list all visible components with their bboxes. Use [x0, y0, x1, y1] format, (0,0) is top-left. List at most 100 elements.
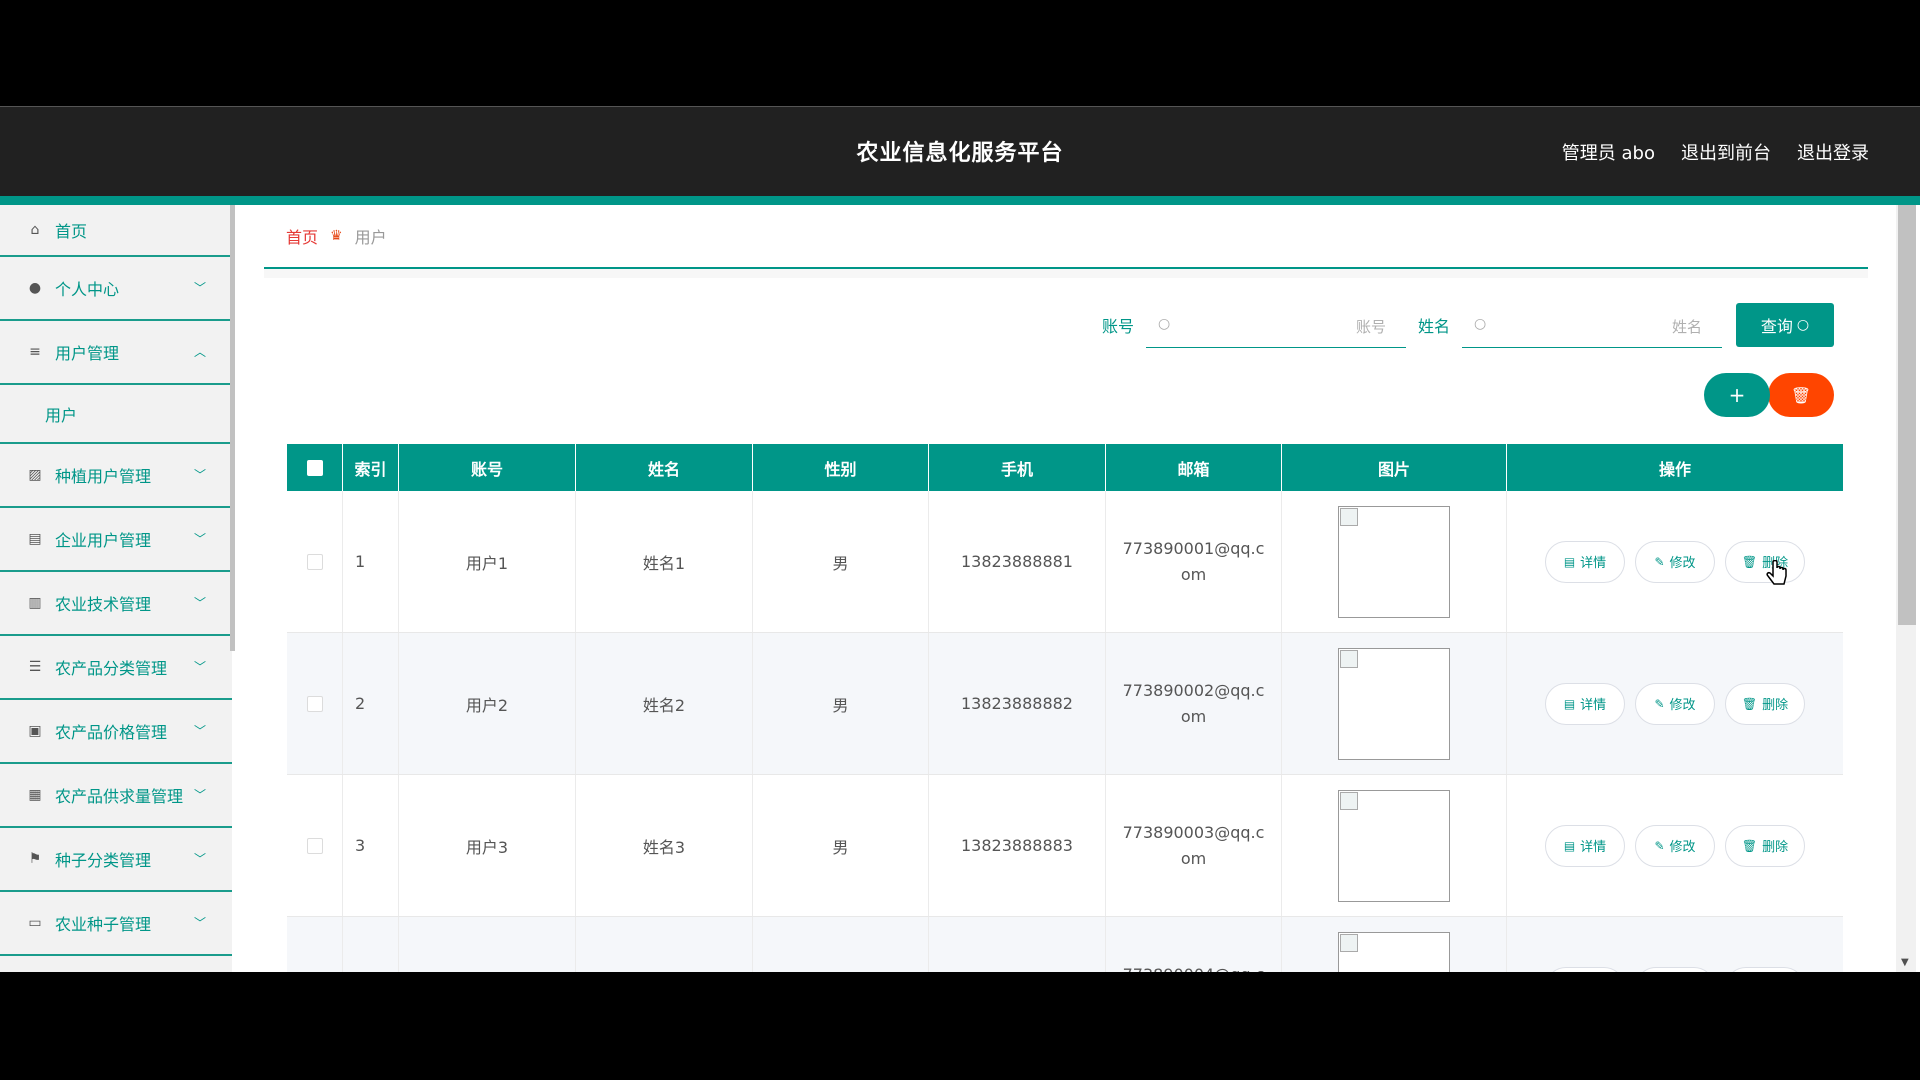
search-icon: ○ — [1796, 317, 1810, 333]
detail-button[interactable]: ▤详情 — [1545, 966, 1625, 972]
plus-icon: + — [1728, 383, 1746, 407]
sidebar-subitem-users[interactable]: 用户 — [0, 385, 232, 444]
chevron-up-icon: ︿ — [193, 345, 206, 359]
account-placeholder: 账号 — [1355, 318, 1386, 336]
header-gender: 性别 — [753, 444, 929, 491]
breadcrumb-home[interactable]: 首页 — [286, 224, 318, 248]
broken-image-icon — [1340, 933, 1358, 952]
detail-button[interactable]: ▤详情 — [1545, 540, 1625, 583]
sidebar-item-user-management[interactable]: ≡ 用户管理 ︿ — [0, 321, 232, 385]
row-checkbox[interactable] — [306, 553, 323, 570]
cell-image — [1282, 917, 1507, 972]
delete-button[interactable]: 🗑删除 — [1725, 682, 1805, 725]
account-search-input[interactable]: ○ 账号 — [1145, 302, 1406, 348]
cell-index: 2 — [343, 633, 399, 774]
trash-icon: 🗑 — [1790, 385, 1812, 405]
cell-actions: ▤详情✎修改🗑删除 — [1507, 775, 1843, 916]
trash-icon: 🗑 — [1741, 554, 1758, 569]
edit-label: 修改 — [1669, 556, 1696, 571]
chat-icon: ▭ — [28, 915, 42, 931]
cell-phone: 13823888882 — [929, 633, 1106, 774]
document-icon: ▤ — [1563, 696, 1576, 711]
cell-gender — [753, 917, 929, 972]
cell-actions: ▤详情✎修改🗑删除 — [1507, 491, 1843, 632]
user-image — [1338, 647, 1450, 760]
trash-icon: 🗑 — [1741, 696, 1758, 711]
select-all-checkbox[interactable] — [306, 459, 323, 476]
app-window: 农业信息化服务平台 管理员 abo 退出到前台 退出登录 ⌂ 首页 ● 个人中心… — [0, 106, 1920, 972]
chevron-down-icon: ﹀ — [193, 724, 206, 738]
sidebar: ⌂ 首页 ● 个人中心 ﹀ ≡ 用户管理 ︿ 用户 ▨ 种植用户管理 ﹀ ▤ 企… — [0, 205, 232, 972]
edit-icon: ✎ — [1654, 554, 1665, 569]
detail-label: 详情 — [1580, 840, 1607, 855]
detail-button[interactable]: ▤详情 — [1545, 824, 1625, 867]
calendar-icon: ▣ — [28, 723, 42, 739]
cell-gender: 男 — [753, 633, 929, 774]
cell-phone: 13823888881 — [929, 491, 1106, 632]
row-checkbox[interactable] — [306, 837, 323, 854]
edit-button[interactable]: ✎修改 — [1635, 824, 1715, 867]
sidebar-item-profile[interactable]: ● 个人中心 ﹀ — [0, 257, 232, 321]
sidebar-item-tech-management[interactable]: ▥ 农业技术管理 ﹀ — [0, 572, 232, 636]
row-select-cell — [287, 491, 343, 632]
logout-link[interactable]: 退出登录 — [1797, 139, 1869, 165]
cell-image — [1282, 633, 1507, 774]
sidebar-item-home[interactable]: ⌂ 首页 — [0, 205, 232, 257]
delete-button[interactable]: 🗑删除 — [1725, 966, 1805, 972]
cell-account: 用户3 — [399, 775, 576, 916]
chevron-down-icon: ﹀ — [193, 852, 206, 866]
cell-name — [576, 917, 753, 972]
edit-button[interactable]: ✎修改 — [1635, 682, 1715, 725]
cell-account — [399, 917, 576, 972]
user-image — [1338, 789, 1450, 902]
person-icon: ● — [28, 280, 42, 296]
user-image — [1338, 505, 1450, 618]
sidebar-item-seed-management[interactable]: ▭ 农业种子管理 ﹀ — [0, 892, 232, 956]
header-index: 索引 — [343, 444, 399, 491]
exit-to-front-link[interactable]: 退出到前台 — [1681, 139, 1771, 165]
sidebar-item-product-category[interactable]: ☰ 农产品分类管理 ﹀ — [0, 636, 232, 700]
chevron-down-icon: ﹀ — [193, 660, 206, 674]
add-button[interactable]: + — [1704, 373, 1770, 417]
detail-button[interactable]: ▤详情 — [1545, 682, 1625, 725]
batch-delete-button[interactable]: 🗑 — [1768, 373, 1834, 417]
cell-actions: ▤详情 ✎修改 🗑删除 — [1507, 917, 1843, 972]
cell-gender: 男 — [753, 775, 929, 916]
delete-button[interactable]: 🗑删除 — [1725, 824, 1805, 867]
sidebar-item-label: 农产品供求量管理 — [55, 787, 184, 806]
sidebar-item-label: 首页 — [55, 222, 88, 241]
sidebar-item-seed-category[interactable]: ⚑ 种子分类管理 ﹀ — [0, 828, 232, 892]
sidebar-item-label: 农产品分类管理 — [55, 659, 168, 678]
header-actions: 操作 — [1658, 459, 1691, 479]
name-search-input[interactable]: ○ 姓名 — [1462, 302, 1722, 348]
breadcrumb: 首页 ♛ 用户 — [264, 205, 1868, 269]
query-button[interactable]: 查询 ○ — [1736, 303, 1834, 347]
accent-bar — [0, 196, 1920, 205]
page-scrollbar[interactable]: ▼ — [1896, 205, 1916, 972]
cell-gender: 男 — [753, 491, 929, 632]
edit-button[interactable]: ✎ 修改 — [1635, 540, 1715, 583]
cell-email: 773890002@qq.com — [1106, 633, 1282, 774]
sliders-icon: ☰ — [28, 659, 42, 675]
flag-icon: ⚑ — [28, 851, 42, 867]
header-email: 邮箱 — [1106, 444, 1282, 491]
row-checkbox[interactable] — [306, 695, 323, 712]
sidebar-scrollbar[interactable] — [230, 205, 235, 651]
scrollbar-thumb[interactable] — [1898, 205, 1916, 625]
cell-account: 用户2 — [399, 633, 576, 774]
edit-button[interactable]: ✎修改 — [1635, 966, 1715, 972]
cell-image — [1282, 491, 1507, 632]
cell-name: 姓名2 — [576, 633, 753, 774]
sidebar-item-label: 农产品价格管理 — [55, 723, 168, 742]
scroll-down-icon[interactable]: ▼ — [1901, 957, 1909, 968]
cell-index: 3 — [343, 775, 399, 916]
sidebar-item-enterprise-management[interactable]: ▤ 企业用户管理 ﹀ — [0, 508, 232, 572]
email-text: 773890001@qq.com — [1122, 538, 1265, 584]
user-table: 索引 账号 姓名 性别 手机 邮箱 图片 操作 1 用户1 姓名1 男 13823888… — [287, 444, 1843, 972]
sidebar-item-grower-management[interactable]: ▨ 种植用户管理 ﹀ — [0, 444, 232, 508]
crown-icon: ♛ — [330, 228, 343, 244]
sidebar-item-product-price[interactable]: ▣ 农产品价格管理 ﹀ — [0, 700, 232, 764]
action-buttons: + 🗑 — [1704, 373, 1834, 417]
sidebar-item-supply-demand[interactable]: ▦ 农产品供求量管理 ﹀ — [0, 764, 232, 828]
query-button-label: 查询 — [1760, 317, 1793, 336]
